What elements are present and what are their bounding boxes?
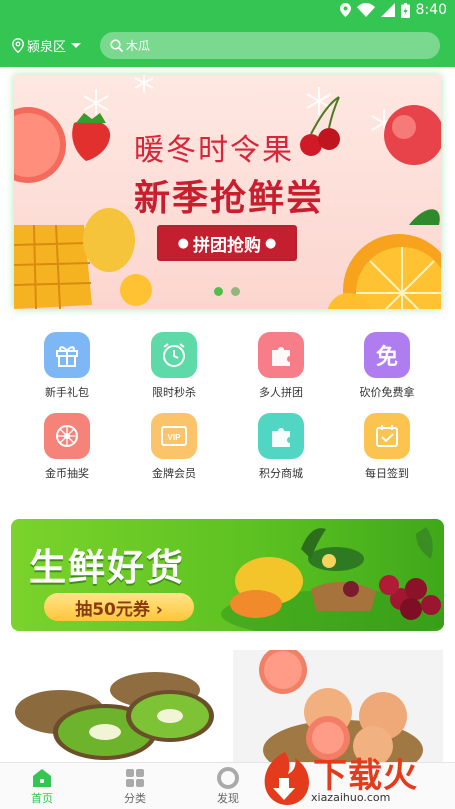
puzzle-icon (258, 332, 304, 378)
chevron-down-icon (71, 42, 82, 48)
location-label: 颍泉区 (27, 40, 67, 55)
product-tile-kiwi[interactable] (0, 650, 225, 762)
grid-item-points-mall[interactable]: 积分商城 (236, 413, 326, 481)
watermark-title: 下载火 (313, 756, 418, 796)
cherry-icon: ● (177, 235, 189, 251)
tab-home[interactable]: 首页 (7, 766, 77, 806)
calendar-check-icon (364, 413, 410, 459)
puzzle-store-icon (258, 413, 304, 459)
discover-icon (193, 766, 263, 790)
gift-icon (44, 332, 90, 378)
svg-text:VIP: VIP (168, 433, 182, 442)
search-input[interactable]: 木瓜 (100, 32, 440, 59)
tab-category[interactable]: 分类 (100, 766, 170, 806)
carousel-indicator (214, 287, 240, 296)
grid-item-label: 每日签到 (365, 467, 409, 480)
status-bar: 8:40 (0, 0, 455, 24)
grid-item-label: 新手礼包 (45, 386, 89, 399)
free-badge-icon: 免 (364, 332, 410, 378)
grid-item-group-buy[interactable]: 多人拼团 (236, 332, 326, 400)
tab-discover[interactable]: 发现 (193, 766, 263, 806)
search-text: 木瓜 (126, 39, 151, 53)
grid-item-label: 砍价免费拿 (359, 386, 415, 399)
grid-item-bargain[interactable]: 免 砍价免费拿 (342, 332, 432, 400)
top-header: 8:40 颍泉区 木瓜 (0, 0, 455, 67)
kiwi-image (15, 672, 214, 760)
banner-title-line2: 新季抢鲜尝 (133, 178, 324, 219)
watermark-url: xiazaihuo.com (311, 791, 391, 804)
grid-item-lottery[interactable]: 金币抽奖 (22, 413, 112, 481)
grid-item-label: 多人拼团 (259, 386, 303, 399)
banner-title-line1: 暖冬时令果 (134, 133, 294, 168)
tab-label: 首页 (31, 792, 53, 805)
grid-item-daily-checkin[interactable]: 每日签到 (342, 413, 432, 481)
grid-item-label: 金币抽奖 (45, 467, 89, 480)
tab-label: 发现 (217, 792, 239, 805)
cherry-icon: ● (265, 235, 277, 251)
grid-item-label: 积分商城 (259, 467, 303, 480)
grid-item-vip[interactable]: VIP 金牌会员 (129, 413, 219, 481)
tab-label: 分类 (124, 792, 146, 805)
grid-item-label: 限时秒杀 (152, 386, 196, 399)
lottery-wheel-icon (44, 413, 90, 459)
grid-item-newbie-gift[interactable]: 新手礼包 (22, 332, 112, 400)
home-icon (7, 766, 77, 790)
grid-item-flash-sale[interactable]: 限时秒杀 (129, 332, 219, 400)
vip-card-icon: VIP (151, 413, 197, 459)
search-icon (110, 39, 123, 52)
flame-logo-icon (264, 752, 309, 805)
carousel-dot[interactable] (231, 287, 240, 296)
signal-icon (380, 3, 395, 17)
watermark-logo: 下载火 xiazaihuo.com (255, 746, 455, 809)
group-buy-button[interactable]: ● 拼团抢购 ● (157, 225, 297, 261)
alarm-clock-icon (151, 332, 197, 378)
coupon-draw-button[interactable]: 抽50元券 › (44, 593, 194, 621)
grid-icon (100, 766, 170, 790)
location-status-icon (339, 3, 351, 17)
wifi-icon (356, 3, 375, 17)
app-screen: { "status_bar": { "time": "8:40" }, "hea… (0, 0, 455, 809)
fresh-goods-banner[interactable]: 生鲜好货 抽50元券 › (11, 519, 444, 631)
location-pin-icon (12, 38, 24, 53)
location-selector[interactable]: 颍泉区 (12, 36, 85, 55)
group-buy-label: 拼团抢购 (193, 235, 261, 256)
battery-icon (400, 2, 410, 18)
promo-title: 生鲜好货 (29, 546, 185, 589)
promo-banner-carousel[interactable]: 暖冬时令果 新季抢鲜尝 ● 拼团抢购 ● (14, 75, 441, 309)
carousel-dot-active[interactable] (214, 287, 223, 296)
grid-item-label: 金牌会员 (152, 467, 196, 480)
status-time: 8:40 (415, 2, 447, 18)
